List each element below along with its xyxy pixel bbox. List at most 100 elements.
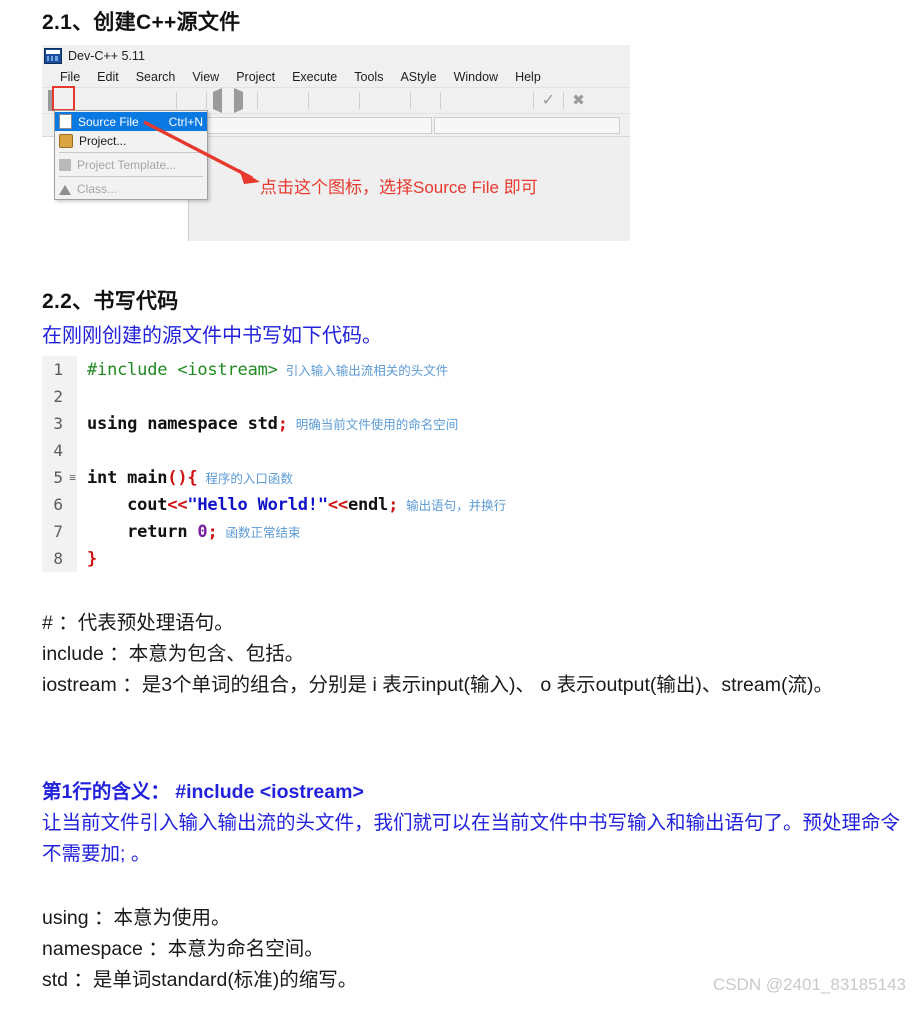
code-line: 6 cout<<"Hello World!"<<endl; 输出语句，并换行: [42, 491, 882, 518]
menu-item-search[interactable]: Search: [128, 69, 185, 85]
toolbar-separator: [257, 92, 258, 109]
dropdown-item-project[interactable]: Project...: [55, 131, 207, 150]
close-all-icon[interactable]: [153, 92, 170, 109]
code-line: 1 #include <iostream> 引入输入输出流相关的头文件: [42, 356, 882, 383]
fold-marker[interactable]: [68, 410, 77, 437]
code-line-content: }: [77, 549, 97, 569]
explanation-hash: # ：代表预处理语句。: [42, 612, 234, 634]
fold-marker[interactable]: [68, 545, 77, 572]
close-file-icon[interactable]: [132, 92, 149, 109]
panel-icon[interactable]: [468, 92, 485, 109]
goto-line-icon[interactable]: [315, 92, 332, 109]
devcpp-titlebar: Dev-C++ 5.11: [42, 45, 630, 67]
dropdown-item-label: Class...: [77, 181, 118, 196]
token-cout: cout: [127, 494, 168, 515]
line-number: 1: [42, 356, 68, 383]
cancel-icon[interactable]: ✖: [570, 92, 587, 109]
toolbar-separator: [206, 92, 207, 109]
code-line: 8 }: [42, 545, 882, 572]
save-all-icon[interactable]: [111, 92, 128, 109]
csdn-watermark: CSDN @2401_83185143: [712, 975, 906, 994]
explanation-iostream: iostream ：是3个单词的组合，分别是 i 表示input(输入)、 o …: [42, 674, 833, 696]
find-icon[interactable]: [264, 92, 281, 109]
layout-grid-icon[interactable]: [447, 92, 464, 109]
dropdown-item-class: Class...: [55, 179, 207, 198]
token-semicolon: ;: [388, 494, 399, 515]
line-number: 6: [42, 491, 68, 518]
goto-next-icon[interactable]: [336, 92, 353, 109]
fold-marker[interactable]: [68, 491, 77, 518]
secondary-field[interactable]: [434, 116, 620, 134]
devcpp-window-title: Dev-C++ 5.11: [68, 49, 145, 63]
run-icon[interactable]: [387, 92, 404, 109]
check-icon[interactable]: ✓: [540, 92, 557, 109]
dropdown-separator: [59, 152, 203, 153]
menu-item-help[interactable]: Help: [507, 69, 550, 85]
undo-icon[interactable]: [213, 88, 230, 113]
save-icon[interactable]: [90, 92, 107, 109]
dropdown-item-label: Project Template...: [77, 157, 177, 172]
page-icon: [59, 114, 72, 129]
line-number: 3: [42, 410, 68, 437]
menu-item-project[interactable]: Project: [228, 69, 284, 85]
fold-marker[interactable]: [68, 383, 77, 410]
fold-marker[interactable]: [68, 356, 77, 383]
red-annotation-text: 点击这个图标，选择Source File 即可: [260, 178, 538, 197]
token-string: "Hello World!": [187, 494, 328, 515]
print-icon[interactable]: [183, 92, 200, 109]
code-comment: 函数正常结束: [225, 525, 301, 540]
menu-item-file[interactable]: File: [52, 69, 89, 85]
toolbar-separator: [440, 92, 441, 109]
toolbar-separator: [410, 92, 411, 109]
new-file-highlight-box: [52, 86, 75, 111]
dropdown-separator: [59, 176, 203, 177]
code-line: 3 using namespace std; 明确当前文件使用的命名空间: [42, 410, 882, 437]
line-number: 4: [42, 437, 68, 464]
explanation-using: using ：本意为使用。: [42, 907, 231, 929]
extra-icon[interactable]: [591, 92, 608, 109]
fold-marker[interactable]: ≡: [68, 464, 77, 491]
compile-icon[interactable]: [366, 92, 383, 109]
section-heading-2-1: 2.1、创建C++源文件: [42, 11, 241, 34]
menu-item-edit[interactable]: Edit: [89, 69, 128, 85]
token-std: std: [247, 413, 278, 434]
dropdown-item-project-template: Project Template...: [55, 155, 207, 174]
dropdown-item-source-file[interactable]: Source File Ctrl+N: [55, 112, 207, 131]
line-number: 2: [42, 383, 68, 410]
replace-icon[interactable]: [285, 92, 302, 109]
menu-item-execute[interactable]: Execute: [284, 69, 346, 85]
toolbar-separator: [359, 92, 360, 109]
menu-item-tools[interactable]: Tools: [346, 69, 392, 85]
toolbar-separator: [533, 92, 534, 109]
token-header: <iostream>: [177, 359, 278, 380]
project-icon: [59, 133, 73, 148]
menu-item-window[interactable]: Window: [446, 69, 507, 85]
devcpp-app-icon: [44, 48, 62, 64]
dropdown-item-shortcut: Ctrl+N: [168, 114, 203, 129]
panel2-icon[interactable]: [489, 92, 506, 109]
code-line-content: cout<<"Hello World!"<<endl; 输出语句，并换行: [77, 495, 506, 515]
menu-item-view[interactable]: View: [184, 69, 228, 85]
menu-item-astyle[interactable]: AStyle: [392, 69, 445, 85]
blue-block-body: 让当前文件引入输入输出流的头文件，我们就可以在当前文件中书写输入和输出语句了。预…: [42, 812, 901, 865]
debug-icon[interactable]: [417, 92, 434, 109]
token-semicolon: ;: [277, 413, 288, 434]
code-line-content: using namespace std; 明确当前文件使用的命名空间: [77, 414, 458, 434]
file-new-dropdown-menu[interactable]: Source File Ctrl+N Project... Project Te…: [54, 110, 208, 200]
devcpp-menubar[interactable]: File Edit Search View Project Execute To…: [42, 67, 630, 87]
compiler-select[interactable]: [182, 116, 432, 134]
fold-marker[interactable]: [68, 437, 77, 464]
code-comment: 程序的入口函数: [205, 471, 293, 486]
code-line-content: #include <iostream> 引入输入输出流相关的头文件: [77, 360, 448, 380]
explanation-include: include ：本意为包含、包括。: [42, 643, 305, 665]
token-namespace: namespace: [147, 413, 238, 434]
layout-grid2-icon[interactable]: [510, 92, 527, 109]
section-heading-2-2: 2.2、书写代码: [42, 290, 179, 313]
code-line: 2: [42, 383, 882, 410]
redo-icon[interactable]: [234, 88, 251, 113]
dropdown-item-label: Source File: [78, 114, 139, 129]
token-return: return: [127, 521, 188, 542]
token-int: int: [87, 467, 118, 488]
token-endl: endl: [347, 494, 389, 515]
fold-marker[interactable]: [68, 518, 77, 545]
